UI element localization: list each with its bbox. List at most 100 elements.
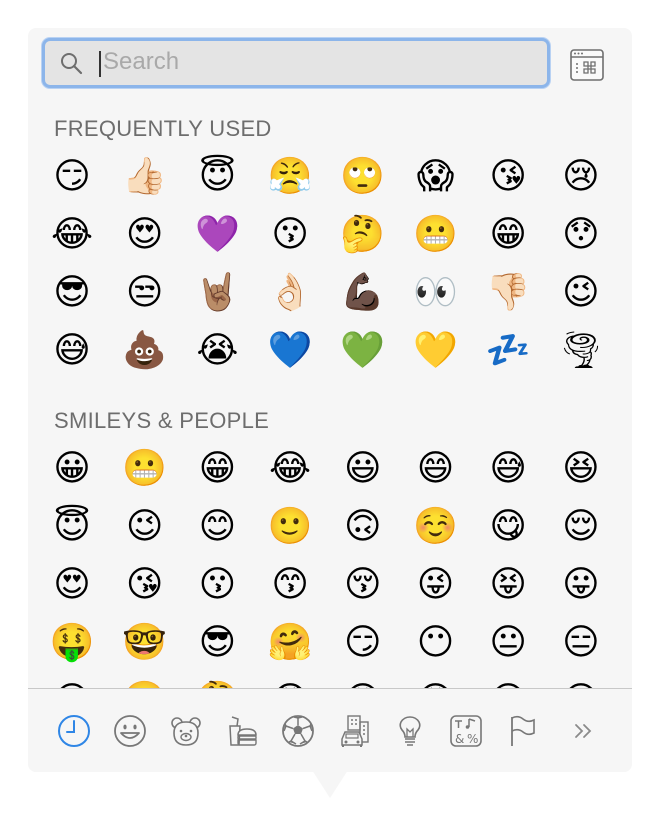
emoji-cell[interactable]: 😇 — [189, 148, 245, 204]
emoji-grid-frequently-used: 😏 👍🏻 😇 😤 🙄 😱 😘 😢 😂 😍 💜 😗 🤔 😬 😁 😯 😎 😒 🤘🏽 👌🏻 💪🏿 👀 👎🏻 😉 😅 💩 😭 💙 💚 💛 💤 🌪 — [44, 148, 632, 388]
symbols-icon: & % — [450, 715, 482, 747]
emoji-cell[interactable]: 😞 — [335, 672, 391, 689]
emoji-cell[interactable]: 🤗 — [262, 614, 318, 670]
emoji-cell[interactable]: 💩 — [117, 322, 173, 378]
character-viewer-icon[interactable] — [568, 46, 606, 84]
tab-more[interactable] — [564, 711, 604, 751]
tab-activity[interactable] — [278, 711, 318, 751]
emoji-cell[interactable]: 😛 — [553, 556, 609, 612]
tab-smileys-people[interactable] — [110, 711, 150, 751]
emoji-cell[interactable]: 👌🏻 — [262, 264, 318, 320]
emoji-cell[interactable]: 👎🏻 — [480, 264, 536, 320]
tab-food-drink[interactable] — [222, 711, 262, 751]
emoji-cell[interactable]: 😯 — [553, 206, 609, 262]
emoji-cell[interactable]: 👀 — [408, 264, 464, 320]
emoji-cell[interactable]: 😆 — [553, 440, 609, 496]
bear-icon — [171, 717, 201, 746]
emoji-cell[interactable]: 💛 — [408, 322, 464, 378]
emoji-cell[interactable]: 💪🏿 — [335, 264, 391, 320]
emoji-cell[interactable]: 😳 — [262, 672, 318, 689]
emoji-cell[interactable]: 😬 — [117, 440, 173, 496]
emoji-cell[interactable]: 💜 — [189, 206, 245, 262]
tab-animals-nature[interactable] — [166, 711, 206, 751]
emoji-cell[interactable]: 😏 — [44, 148, 100, 204]
emoji-cell[interactable]: 😊 — [189, 498, 245, 554]
emoji-cell[interactable]: 😒 — [117, 264, 173, 320]
emoji-cell[interactable]: 😙 — [262, 556, 318, 612]
emoji-cell[interactable]: 😗 — [262, 206, 318, 262]
emoji-cell[interactable]: 😉 — [553, 264, 609, 320]
emoji-cell[interactable]: 😝 — [480, 556, 536, 612]
emoji-cell[interactable]: 🙄 — [335, 148, 391, 204]
emoji-cell[interactable]: 😚 — [335, 556, 391, 612]
emoji-cell[interactable]: 😉 — [117, 498, 173, 554]
emoji-cell[interactable]: 🤓 — [117, 614, 173, 670]
emoji-cell[interactable]: 😘 — [480, 148, 536, 204]
section-title-smileys-people: SMILEYS & PEOPLE — [54, 408, 270, 433]
emoji-cell[interactable]: 😀 — [44, 440, 100, 496]
emoji-cell[interactable]: 😍 — [44, 556, 100, 612]
emoji-cell[interactable]: 🤔 — [335, 206, 391, 262]
emoji-cell[interactable]: 🤑 — [44, 614, 100, 670]
emoji-cell[interactable]: 😍 — [117, 206, 173, 262]
section-title-frequently-used: FREQUENTLY USED — [54, 116, 272, 141]
emoji-cell[interactable]: 😁 — [189, 440, 245, 496]
emoji-cell[interactable]: 🙃 — [335, 498, 391, 554]
emoji-cell[interactable]: 🌪 — [553, 322, 609, 378]
text-caret — [99, 51, 101, 77]
emoji-cell[interactable]: 😗 — [189, 556, 245, 612]
emoji-cell[interactable]: 😑 — [553, 614, 609, 670]
emoji-cell[interactable]: 😤 — [262, 148, 318, 204]
emoji-cell[interactable]: 👍🏻 — [117, 148, 173, 204]
tab-travel-places[interactable] — [334, 711, 374, 751]
emoji-cell[interactable]: 😅 — [480, 440, 536, 496]
emoji-cell[interactable]: 🙂 — [262, 498, 318, 554]
soccer-ball-icon — [282, 715, 314, 747]
emoji-cell[interactable]: 😌 — [553, 498, 609, 554]
tab-flags[interactable] — [502, 711, 542, 751]
emoji-cell[interactable]: 😁 — [480, 206, 536, 262]
emoji-cell[interactable]: 😅 — [44, 322, 100, 378]
emoji-cell[interactable]: 😏 — [335, 614, 391, 670]
emoji-cell[interactable]: 😃 — [335, 440, 391, 496]
tab-symbols[interactable]: & % — [446, 711, 486, 751]
emoji-cell[interactable]: 😂 — [262, 440, 318, 496]
emoji-cell[interactable]: 🤘🏽 — [189, 264, 245, 320]
emoji-cell[interactable]: 😎 — [44, 264, 100, 320]
emoji-cell[interactable]: 😡 — [553, 672, 609, 689]
emoji-cell[interactable]: 😟 — [408, 672, 464, 689]
emoji-cell[interactable]: 😎 — [189, 614, 245, 670]
emoji-cell[interactable]: 🤔 — [189, 672, 245, 689]
emoji-cell[interactable]: 😶 — [408, 614, 464, 670]
emoji-cell[interactable]: 😒 — [44, 672, 100, 689]
emoji-cell[interactable]: 💚 — [335, 322, 391, 378]
emoji-cell[interactable]: 😐 — [480, 614, 536, 670]
emoji-cell[interactable]: 😇 — [44, 498, 100, 554]
tab-frequently-used[interactable] — [54, 711, 94, 751]
search-field[interactable] — [42, 38, 550, 88]
emoji-cell[interactable]: 💙 — [262, 322, 318, 378]
emoji-cell[interactable]: 😬 — [408, 206, 464, 262]
emoji-scroll-area[interactable]: FREQUENTLY USED 😏 👍🏻 😇 😤 🙄 😱 😘 😢 😂 😍 💜 😗 🤔 😬 😁 😯 😎 😒 🤘🏽 👌🏻 💪… — [28, 28, 632, 688]
emoji-cell[interactable]: 😭 — [189, 322, 245, 378]
tab-objects[interactable] — [390, 711, 430, 751]
search-icon — [61, 53, 83, 75]
emoji-cell[interactable]: 😱 — [408, 148, 464, 204]
emoji-cell[interactable]: 😠 — [480, 672, 536, 689]
emoji-cell[interactable]: 😘 — [117, 556, 173, 612]
emoji-grid-smileys-people: 😀 😬 😁 😂 😃 😄 😅 😆 😇 😉 😊 🙂 🙃 ☺️ 😋 😌 😍 😘 😗 😙 😚 😜 😝 😛 🤑 🤓 😎 🤗 😏 😶 😐 😑 😒 🙄 🤔 😳 😞 😟 😠… — [44, 440, 632, 689]
emoji-cell[interactable]: 😂 — [44, 206, 100, 262]
chevron-double-right-icon — [575, 724, 592, 738]
emoji-cell[interactable]: 😢 — [553, 148, 609, 204]
emoji-cell[interactable]: 💤 — [480, 322, 536, 378]
emoji-cell[interactable]: 🙄 — [117, 672, 173, 689]
emoji-cell[interactable]: 😄 — [408, 440, 464, 496]
svg-text:%: % — [467, 732, 478, 746]
smiley-icon — [114, 715, 146, 747]
emoji-cell[interactable]: ☺️ — [408, 498, 464, 554]
popover-pointer — [312, 770, 348, 798]
emoji-cell[interactable]: 😋 — [480, 498, 536, 554]
category-tabbar: & % — [28, 689, 632, 772]
search-input[interactable] — [103, 45, 523, 79]
emoji-cell[interactable]: 😜 — [408, 556, 464, 612]
